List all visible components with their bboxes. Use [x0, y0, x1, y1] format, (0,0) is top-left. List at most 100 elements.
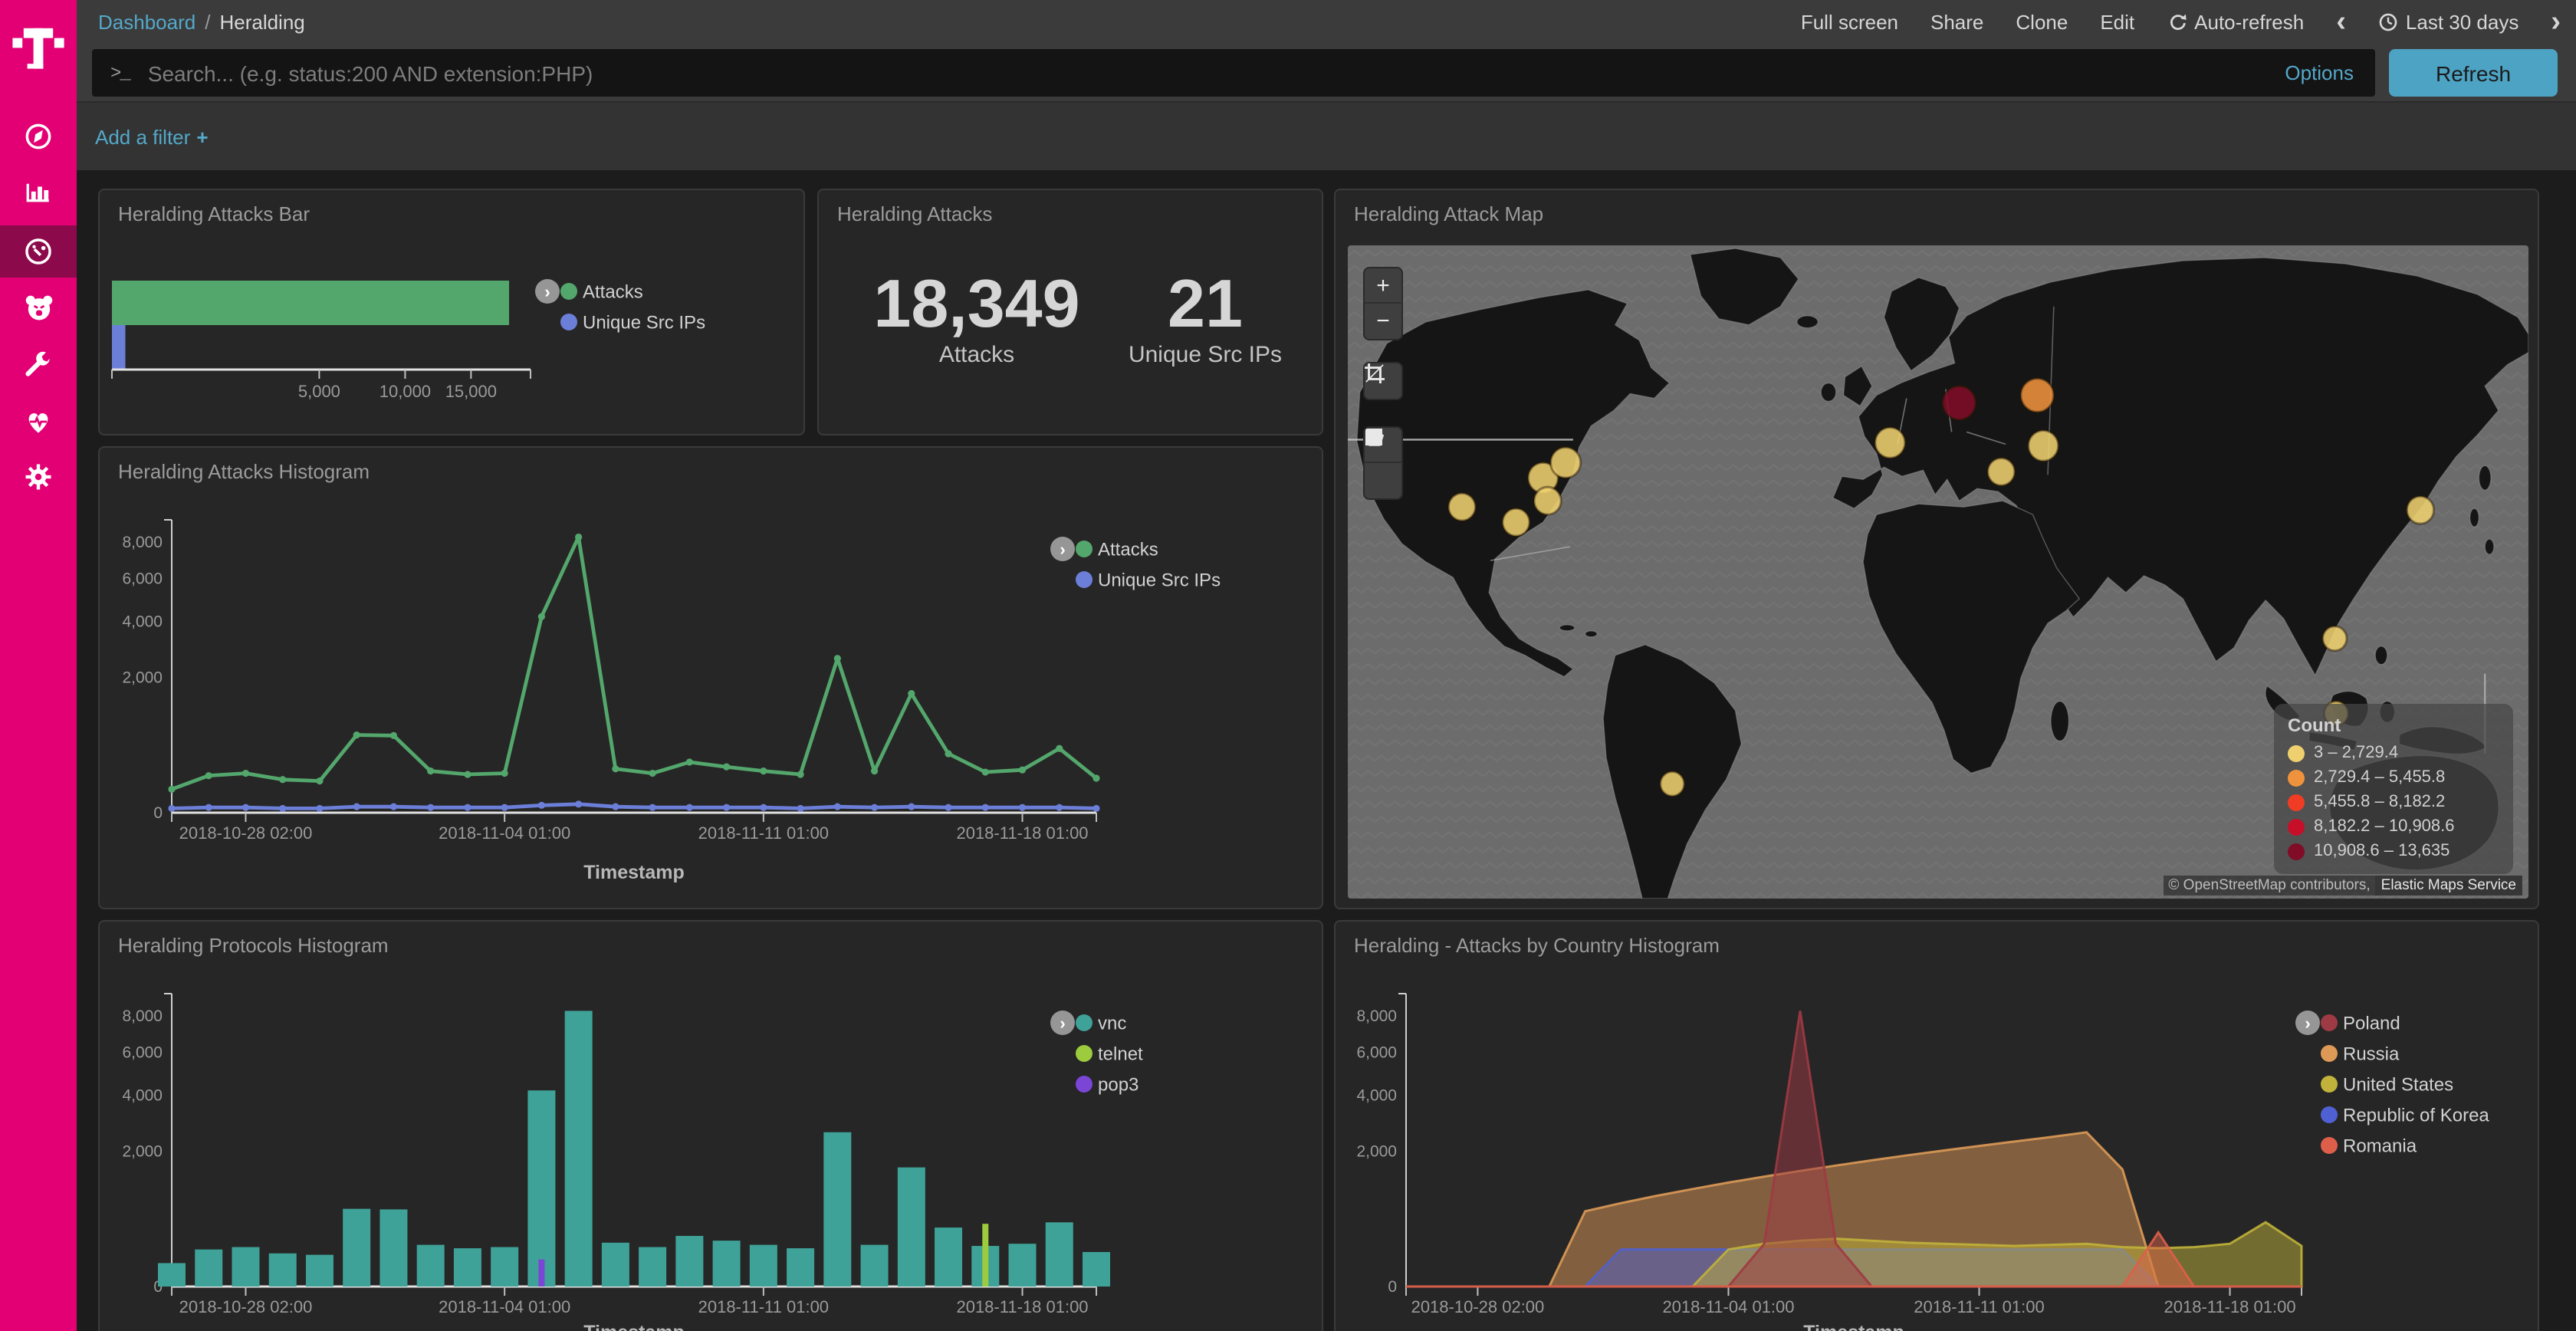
- wrench-icon: [21, 350, 55, 383]
- attack-dot[interactable]: [2323, 626, 2347, 651]
- search-bar-row: >_ Options Refresh: [77, 44, 2576, 101]
- legend-range-label: 5,455.8 – 8,182.2: [2314, 793, 2445, 811]
- draw-rectangle-button[interactable]: [1365, 463, 1401, 498]
- legend-item[interactable]: Attacks: [1098, 539, 1158, 560]
- y-tick-label: 6,000: [122, 1043, 163, 1061]
- add-filter-link[interactable]: Add a filter+: [95, 125, 209, 148]
- y-tick-label: 0: [153, 804, 163, 822]
- bar-series-vnc: [158, 1011, 1110, 1287]
- sidebar-item-management[interactable]: [0, 451, 77, 503]
- x-tick-label: 2018-11-18 01:00: [956, 823, 1088, 843]
- clock-icon: [2378, 12, 2398, 32]
- map-legend-row[interactable]: 8,182.2 – 10,908.6: [2288, 814, 2499, 839]
- crop-button[interactable]: [1365, 363, 1401, 399]
- x-axis-title: Timestamp: [583, 1322, 685, 1331]
- panel-attacks-bar: Heralding Attacks Bar 5,00010,00015,000›…: [98, 189, 805, 435]
- attack-dot[interactable]: [1551, 447, 1581, 478]
- sidebar-item-discover[interactable]: [0, 110, 77, 163]
- sidebar-item-dashboard[interactable]: [0, 225, 77, 278]
- map-legend-row[interactable]: 5,455.8 – 8,182.2: [2288, 790, 2499, 814]
- attack-dot[interactable]: [2029, 430, 2058, 461]
- attack-dot[interactable]: [1875, 427, 1905, 458]
- sidebar-item-monitoring[interactable]: [0, 396, 77, 448]
- map-attribution: © OpenStreetMap contributors,Elastic Map…: [2164, 877, 2522, 894]
- zoom-out-button[interactable]: −: [1365, 304, 1401, 339]
- nav-clone-button[interactable]: Clone: [2016, 11, 2068, 34]
- metric-label: Unique Src IPs: [1113, 342, 1297, 368]
- y-tick-label: 4,000: [122, 613, 163, 630]
- legend-dot-icon: [1076, 1076, 1092, 1093]
- panel-country-histogram: Heralding - Attacks by Country Histogram…: [1334, 920, 2539, 1331]
- refresh-button[interactable]: Refresh: [2389, 49, 2558, 97]
- line-series-attacks: [168, 534, 1099, 793]
- y-tick-label: 8,000: [122, 1007, 163, 1025]
- time-picker-button[interactable]: Last 30 days: [2378, 11, 2518, 34]
- panel-attacks-metric: Heralding Attacks 18,349 Attacks 21 Uniq…: [817, 189, 1323, 435]
- options-link[interactable]: Options: [2285, 61, 2375, 84]
- legend-toggle-arrow: ›: [1060, 540, 1065, 559]
- attack-dot[interactable]: [1661, 771, 1684, 796]
- legend-range-label: 10,908.6 – 13,635: [2314, 842, 2450, 860]
- attack-dot[interactable]: [1534, 487, 1561, 514]
- y-tick-label: 6,000: [122, 570, 163, 587]
- auto-refresh-button[interactable]: Auto-refresh: [2167, 11, 2304, 34]
- sidebar-item-dev-tools[interactable]: [0, 340, 77, 393]
- time-back-button[interactable]: ‹: [2336, 8, 2346, 37]
- y-tick-label: 2,000: [1356, 1142, 1397, 1160]
- map-legend-row[interactable]: 3 – 2,729.4: [2288, 741, 2499, 765]
- search-box: >_ Options: [92, 49, 2375, 97]
- x-tick-label: 2018-10-28 02:00: [1411, 1297, 1545, 1316]
- metric-value: 21: [1113, 270, 1297, 340]
- map-legend-row[interactable]: 2,729.4 – 5,455.8: [2288, 765, 2499, 790]
- sidebar-item-visualize[interactable]: [0, 164, 77, 216]
- x-tick-label: 2018-11-18 01:00: [2164, 1297, 2296, 1316]
- panel-title: Heralding Attacks Bar: [118, 202, 310, 225]
- legend-item[interactable]: vnc: [1098, 1013, 1126, 1034]
- map-legend-row[interactable]: 10,908.6 – 13,635: [2288, 839, 2499, 863]
- legend-item[interactable]: Poland: [2343, 1013, 2400, 1034]
- country-area-chart: 02,0004,0006,0008,0002018-10-28 02:00201…: [1336, 922, 2539, 1331]
- search-input[interactable]: [145, 59, 2285, 87]
- time-forward-button[interactable]: ›: [2551, 8, 2561, 37]
- y-tick-label: 4,000: [122, 1086, 163, 1104]
- legend-item[interactable]: Unique Src IPs: [583, 312, 705, 333]
- x-axis-title: Timestamp: [583, 862, 685, 883]
- bear-face-icon: [21, 289, 56, 324]
- zoom-in-button[interactable]: +: [1365, 268, 1401, 304]
- y-tick-label: 0: [1388, 1278, 1397, 1296]
- attack-dot[interactable]: [1988, 458, 2015, 485]
- kibana-dashboard: Dashboard / Heralding Full screen Share Cl…: [0, 0, 2576, 1331]
- attack-dot[interactable]: [1943, 386, 1976, 420]
- nav-full-screen-button[interactable]: Full screen: [1801, 11, 1898, 34]
- attack-dot[interactable]: [2407, 496, 2433, 524]
- breadcrumb-dashboard-link[interactable]: Dashboard: [98, 11, 196, 34]
- legend-item[interactable]: Attacks: [583, 281, 643, 302]
- nav-share-button[interactable]: Share: [1930, 11, 1983, 34]
- nav-edit-button[interactable]: Edit: [2100, 11, 2134, 34]
- legend-item[interactable]: Russia: [2343, 1043, 2400, 1064]
- breadcrumb: Dashboard / Heralding: [98, 0, 305, 44]
- elastic-maps-attribution[interactable]: Elastic Maps Service: [2375, 876, 2522, 896]
- attack-dot[interactable]: [1503, 508, 1530, 536]
- y-tick-label: 4,000: [1356, 1086, 1397, 1104]
- attack-dot[interactable]: [2021, 379, 2054, 412]
- legend-item[interactable]: pop3: [1098, 1074, 1138, 1095]
- gauge-icon: [21, 235, 55, 268]
- legend-item[interactable]: United States: [2343, 1074, 2453, 1095]
- legend-item[interactable]: telnet: [1098, 1043, 1143, 1064]
- attack-dot[interactable]: [1448, 493, 1475, 521]
- map-crop-control: [1363, 362, 1403, 400]
- telekom-logo-icon[interactable]: [8, 11, 69, 95]
- osm-attribution[interactable]: © OpenStreetMap contributors,: [2164, 876, 2374, 896]
- legend-item[interactable]: Unique Src IPs: [1098, 570, 1221, 590]
- legend-item[interactable]: Republic of Korea: [2343, 1105, 2489, 1126]
- map-count-legend: Count 3 – 2,729.42,729.4 – 5,455.85,455.…: [2274, 704, 2513, 874]
- sidebar-item-timelion[interactable]: [0, 281, 77, 333]
- x-tick-label: 2018-11-04 01:00: [439, 823, 570, 843]
- attacks-bar-chart: 5,00010,00015,000›AttacksUnique Src IPs: [100, 190, 805, 435]
- plus-icon: +: [196, 125, 208, 148]
- refresh-cycle-icon: [2167, 12, 2187, 32]
- bar-series-pop3: [538, 1260, 544, 1287]
- legend-item[interactable]: Romania: [2343, 1135, 2417, 1156]
- attack-map[interactable]: + −: [1348, 245, 2528, 899]
